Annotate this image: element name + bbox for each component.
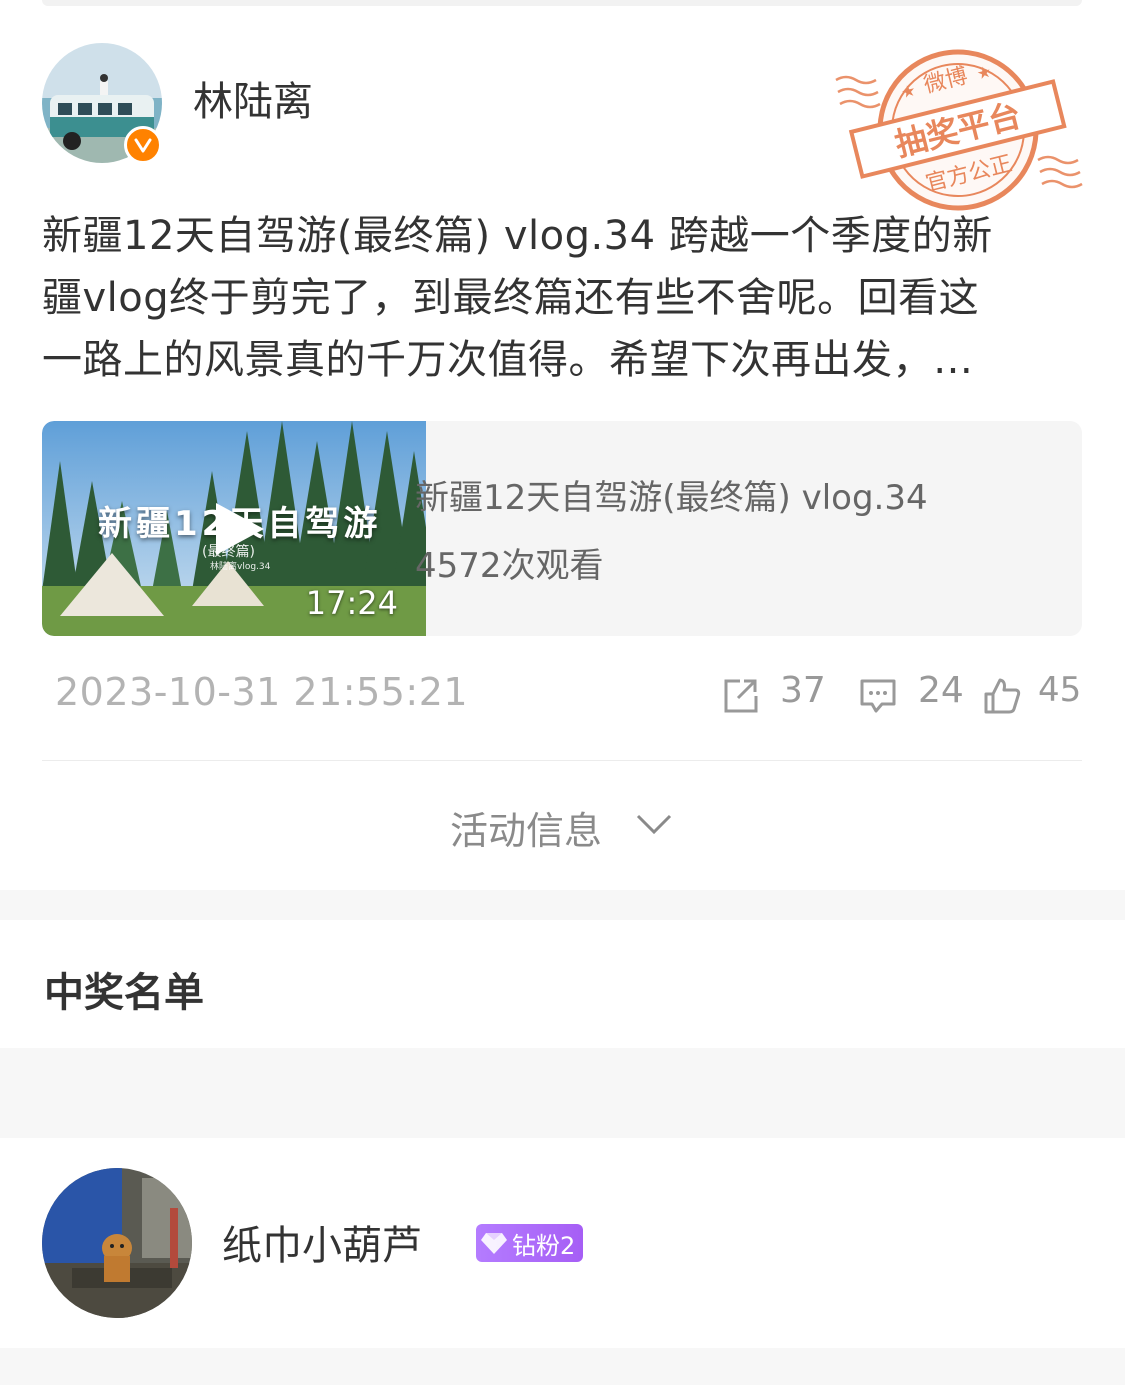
winner-avatar[interactable]: [42, 1168, 192, 1318]
previous-card-edge: [42, 0, 1082, 6]
video-title[interactable]: 新疆12天自驾游(最终篇) vlog.34: [415, 470, 928, 519]
activity-info-toggle[interactable]: 活动信息: [450, 800, 602, 855]
lottery-stamp: 微博 抽奖平台 官方公正 ★ ★: [832, 40, 1084, 220]
fan-level-label: 钻粉2: [512, 1231, 576, 1260]
thumbnail-credit: 林陆离vlog.34: [210, 562, 271, 572]
fan-level-badge: 钻粉2: [476, 1224, 584, 1262]
like-count[interactable]: 45: [1038, 670, 1081, 720]
video-thumbnail[interactable]: 新疆12天自驾游 (最终篇) 林陆离vlog.34 17:24: [42, 421, 426, 636]
winner-item[interactable]: 纸巾小葫芦 钻粉2: [0, 1138, 1125, 1348]
post-timestamp: 2023-10-31 21:55:21: [55, 670, 469, 714]
share-icon[interactable]: [720, 676, 760, 716]
comment-icon[interactable]: [858, 676, 898, 716]
video-duration: 17:24: [305, 584, 398, 622]
post-text[interactable]: 新疆12天自驾游(最终篇) vlog.34 跨越一个季度的新 疆vlog终于剪完…: [42, 205, 1082, 391]
video-views: 4572次观看: [415, 546, 604, 586]
verified-badge-icon: [124, 126, 162, 164]
post-text-line: 一路上的风景真的千万次值得。希望下次再出发，…: [42, 337, 974, 383]
author-name[interactable]: 林陆离: [193, 72, 313, 132]
video-card[interactable]: 新疆12天自驾游 (最终篇) 林陆离vlog.34 17:24: [42, 421, 1082, 636]
post-card: 林陆离 微博 抽奖平台 官方公正 ★ ★ 新疆12天自驾游(最终篇) vlog.…: [0, 0, 1125, 890]
diamond-icon: [481, 1233, 507, 1254]
winners-section-header: 中奖名单: [0, 920, 1125, 1048]
winners-title: 中奖名单: [44, 970, 204, 1016]
share-count[interactable]: 37: [780, 670, 826, 720]
post-text-line: 疆vlog终于剪完了，到最终篇还有些不舍呢。回看这: [42, 275, 980, 321]
play-icon[interactable]: [212, 499, 268, 559]
comment-count[interactable]: 24: [918, 670, 964, 720]
post-text-line: 新疆12天自驾游(最终篇) vlog.34 跨越一个季度的新: [42, 213, 993, 259]
section-gap: [0, 1348, 1125, 1385]
section-gap: [0, 1048, 1125, 1138]
winner-name[interactable]: 纸巾小葫芦: [222, 1213, 422, 1271]
like-icon[interactable]: [982, 676, 1022, 716]
divider: [42, 760, 1082, 761]
chevron-down-icon[interactable]: [634, 810, 674, 840]
